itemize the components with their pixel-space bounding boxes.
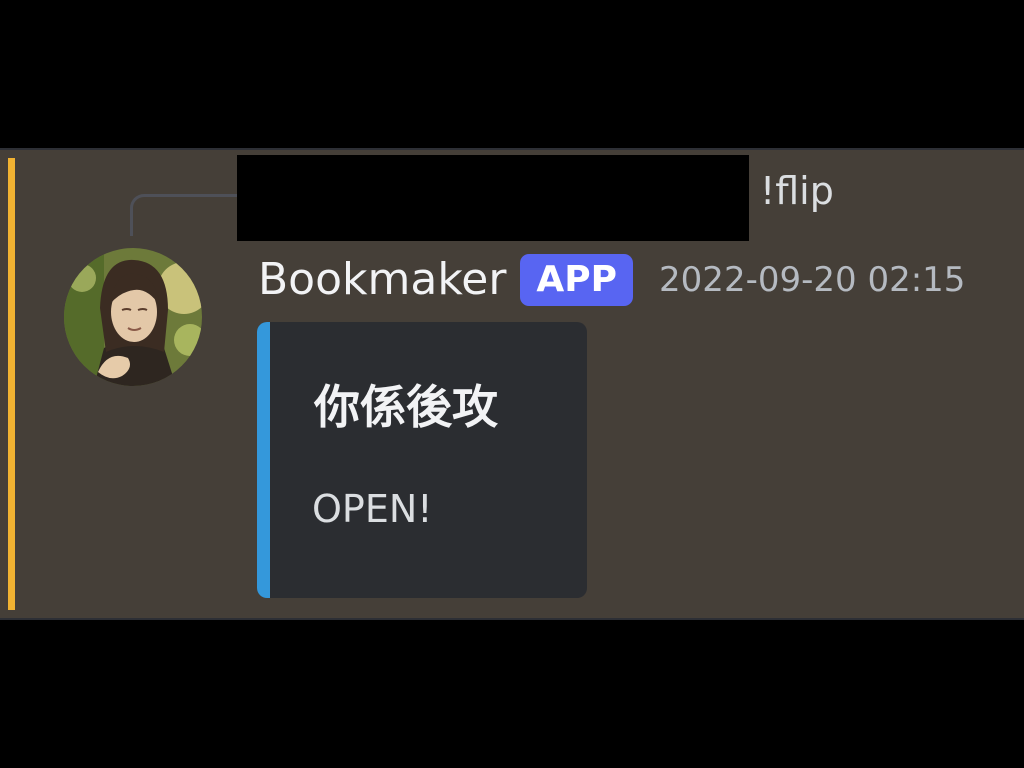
avatar[interactable] xyxy=(64,248,202,386)
reply-author-redacted xyxy=(237,155,749,241)
message-header: Bookmaker APP 2022-09-20 02:15 xyxy=(258,252,965,308)
reply-spine xyxy=(130,194,240,236)
message-timestamp[interactable]: 2022-09-20 02:15 xyxy=(659,263,965,297)
embed-description: OPEN! xyxy=(312,487,433,531)
embed-accent-bar xyxy=(257,322,270,598)
app-badge: APP xyxy=(520,254,634,306)
reply-message-content[interactable]: !flip xyxy=(760,172,834,210)
avatar-image xyxy=(64,248,202,386)
page: !flip Bookmaker APP 2022-09-20 02:15 你係後… xyxy=(0,0,1024,768)
embed-title: 你係後攻 xyxy=(314,380,498,434)
message-embed: 你係後攻 OPEN! xyxy=(257,322,587,598)
author-username[interactable]: Bookmaker xyxy=(258,258,506,302)
mention-highlight-bar xyxy=(8,158,15,610)
message-container[interactable]: !flip Bookmaker APP 2022-09-20 02:15 你係後… xyxy=(0,148,1024,620)
